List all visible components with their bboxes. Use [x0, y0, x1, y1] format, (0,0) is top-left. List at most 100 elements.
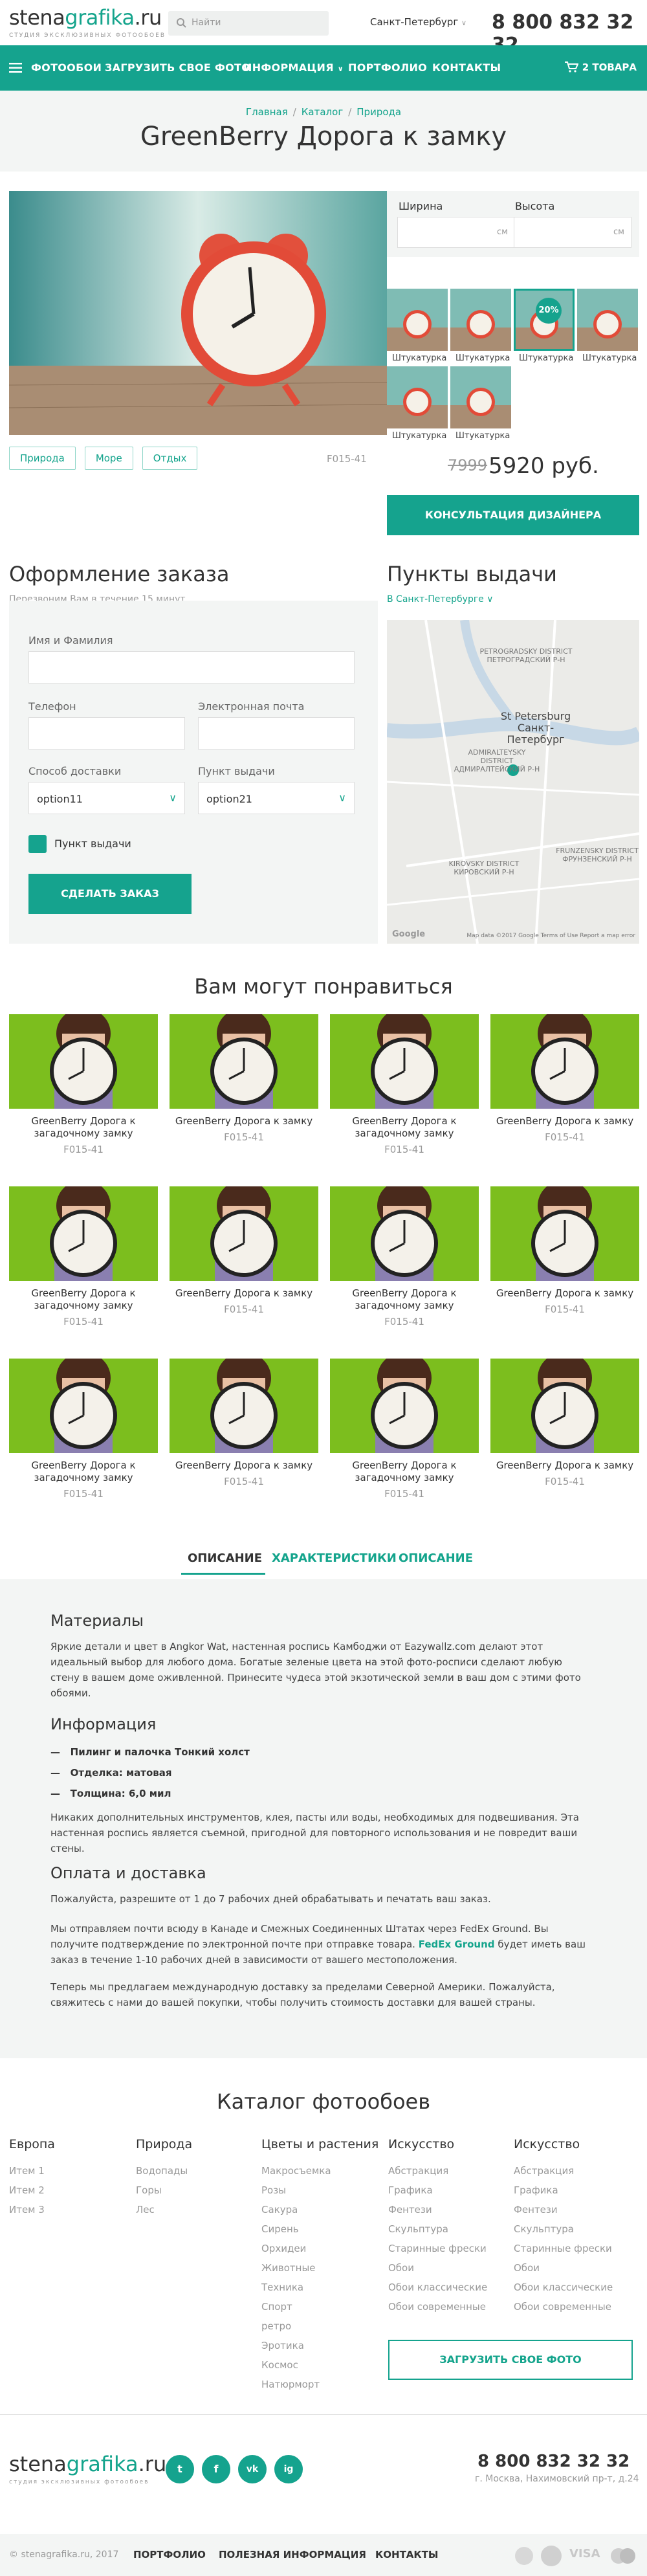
product-card-image[interactable]	[170, 1186, 318, 1281]
search-input[interactable]: Найти	[168, 11, 329, 36]
tab-description-2[interactable]: ОПИСАНИЕ	[399, 1551, 473, 1565]
menu-icon[interactable]	[9, 63, 22, 73]
nav-item-contacts[interactable]: КОНТАКТЫ	[432, 61, 501, 74]
product-card-name[interactable]: GreenBerry Дорога к замку	[490, 1115, 639, 1127]
product-card[interactable]: GreenBerry Дорога к загадочному замку F01…	[9, 1186, 158, 1327]
delivery-select[interactable]: option11 ∨	[28, 782, 185, 814]
catalog-link[interactable]: Абстракция	[514, 2165, 574, 2177]
catalog-link[interactable]: Эротика	[261, 2340, 304, 2351]
catalog-link[interactable]: Абстракция	[388, 2165, 448, 2177]
catalog-link[interactable]: Животные	[261, 2262, 316, 2274]
catalog-link[interactable]: Графика	[514, 2184, 558, 2196]
catalog-link[interactable]: Водопады	[136, 2165, 188, 2177]
email-field[interactable]	[198, 717, 355, 749]
product-card[interactable]: GreenBerry Дорога к замку F015-41	[170, 1186, 318, 1315]
breadcrumb-nature[interactable]: Природа	[356, 106, 401, 118]
product-card-image[interactable]	[170, 1014, 318, 1109]
texture-swatch[interactable]: 20%	[514, 289, 575, 351]
cart-button[interactable]: 2 ТОВАРА	[564, 61, 637, 73]
nav-item-upload[interactable]: ЗАГРУЗИТЬ СВОЕ ФОТО	[105, 61, 250, 74]
product-card-name[interactable]: GreenBerry Дорога к замку	[490, 1287, 639, 1300]
name-field[interactable]	[28, 651, 355, 683]
catalog-link[interactable]: Обои	[388, 2262, 414, 2274]
catalog-link[interactable]: Графика	[388, 2184, 433, 2196]
texture-swatch[interactable]	[387, 366, 448, 428]
product-image[interactable]	[9, 191, 387, 435]
catalog-link[interactable]: Розы	[261, 2184, 286, 2196]
catalog-link[interactable]: Скульптура	[514, 2223, 574, 2235]
tag-nature[interactable]: Природа	[9, 447, 76, 470]
catalog-link[interactable]: Техника	[261, 2282, 303, 2293]
consult-designer-button[interactable]: КОНСУЛЬТАЦИЯ ДИЗАЙНЕРА	[387, 495, 639, 535]
catalog-link[interactable]: Обои классические	[514, 2282, 613, 2293]
product-card[interactable]: GreenBerry Дорога к загадочному замку F01…	[330, 1014, 479, 1155]
product-card[interactable]: GreenBerry Дорога к замку F015-41	[170, 1359, 318, 1487]
product-card[interactable]: GreenBerry Дорога к загадочному замку F01…	[330, 1186, 479, 1327]
vk-icon[interactable]: vk	[238, 2455, 267, 2483]
texture-swatch[interactable]	[387, 289, 448, 351]
product-card-image[interactable]	[490, 1359, 639, 1453]
width-input[interactable]: см	[397, 217, 515, 248]
catalog-link[interactable]: Космос	[261, 2359, 298, 2371]
catalog-link[interactable]: ретро	[261, 2320, 291, 2332]
product-card[interactable]: GreenBerry Дорога к замку F015-41	[490, 1014, 639, 1143]
footer-link-portfolio[interactable]: ПОРТФОЛИО	[133, 2549, 206, 2560]
tag-sea[interactable]: Море	[84, 447, 133, 470]
product-card-name[interactable]: GreenBerry Дорога к загадочному замку	[330, 1287, 479, 1312]
product-card-name[interactable]: GreenBerry Дорога к загадочному замку	[9, 1115, 158, 1140]
catalog-link[interactable]: Обои	[514, 2262, 540, 2274]
footer-logo[interactable]: stenagrafika.ru	[9, 2452, 166, 2476]
tab-description[interactable]: ОПИСАНИЕ	[188, 1551, 262, 1565]
catalog-link[interactable]: Орхидеи	[261, 2243, 306, 2254]
product-card-image[interactable]	[9, 1014, 158, 1109]
facebook-icon[interactable]: f	[202, 2455, 230, 2483]
pickup-map[interactable]: PETROGRADSKY DISTRICT ПЕТРОГРАДСКИЙ Р-Н S…	[387, 620, 639, 944]
catalog-link[interactable]: Спорт	[261, 2301, 292, 2313]
catalog-link[interactable]: Сирень	[261, 2223, 299, 2235]
footer-link-contacts[interactable]: КОНТАКТЫ	[375, 2549, 438, 2560]
catalog-column-title[interactable]: Искусство	[388, 2137, 454, 2151]
pickup-select[interactable]: option21 ∨	[198, 782, 355, 814]
texture-swatch[interactable]	[450, 289, 511, 351]
city-selector[interactable]: Санкт-Петербург ∨	[370, 16, 466, 28]
product-card-name[interactable]: GreenBerry Дорога к замку	[490, 1460, 639, 1472]
breadcrumb-catalog[interactable]: Каталог	[302, 106, 343, 118]
pickup-checkbox[interactable]	[28, 835, 47, 853]
submit-order-button[interactable]: СДЕЛАТЬ ЗАКАЗ	[28, 874, 192, 914]
catalog-link[interactable]: Старинные фрески	[514, 2243, 612, 2254]
catalog-column-title[interactable]: Природа	[136, 2137, 192, 2151]
instagram-icon[interactable]: ig	[274, 2455, 303, 2483]
fedex-link[interactable]: FedEx Ground	[419, 1938, 495, 1950]
catalog-link[interactable]: Фентези	[514, 2204, 558, 2215]
catalog-link[interactable]: Обои классические	[388, 2282, 487, 2293]
texture-swatch[interactable]	[450, 366, 511, 428]
catalog-link[interactable]: Итем 3	[9, 2204, 45, 2215]
catalog-link[interactable]: Горы	[136, 2184, 162, 2196]
footer-link-info[interactable]: ПОЛЕЗНАЯ ИНФОРМАЦИЯ	[219, 2549, 366, 2560]
product-card-image[interactable]	[9, 1359, 158, 1453]
catalog-link[interactable]: Макросъемка	[261, 2165, 331, 2177]
product-card-name[interactable]: GreenBerry Дорога к загадочному замку	[330, 1115, 479, 1140]
catalog-link[interactable]: Сакура	[261, 2204, 298, 2215]
product-card[interactable]: GreenBerry Дорога к замку F015-41	[170, 1014, 318, 1143]
catalog-column-title[interactable]: Европа	[9, 2137, 55, 2151]
product-card-image[interactable]	[9, 1186, 158, 1281]
nav-item-photowallpaper[interactable]: ФОТООБОИ	[31, 61, 102, 74]
product-card-name[interactable]: GreenBerry Дорога к замку	[170, 1287, 318, 1300]
product-card[interactable]: GreenBerry Дорога к загадочному замку F01…	[9, 1359, 158, 1500]
product-card-name[interactable]: GreenBerry Дорога к замку	[170, 1460, 318, 1472]
product-card-image[interactable]	[490, 1014, 639, 1109]
product-card-name[interactable]: GreenBerry Дорога к загадочному замку	[330, 1460, 479, 1484]
site-logo[interactable]: stenagrafika.ru	[9, 5, 162, 30]
texture-swatch[interactable]	[577, 289, 638, 351]
catalog-link[interactable]: Итем 2	[9, 2184, 45, 2196]
catalog-link[interactable]: Натюрморт	[261, 2379, 320, 2390]
catalog-link[interactable]: Фентези	[388, 2204, 432, 2215]
map-attribution[interactable]: Map data ©2017 Google Terms of Use Repor…	[466, 933, 635, 939]
product-card-image[interactable]	[330, 1014, 479, 1109]
catalog-link[interactable]: Лес	[136, 2204, 155, 2215]
catalog-column-title[interactable]: Искусство	[514, 2137, 580, 2151]
breadcrumb-home[interactable]: Главная	[246, 106, 288, 118]
product-card[interactable]: GreenBerry Дорога к загадочному замку F01…	[330, 1359, 479, 1500]
nav-item-info[interactable]: ИНФОРМАЦИЯ ∨	[243, 61, 344, 74]
